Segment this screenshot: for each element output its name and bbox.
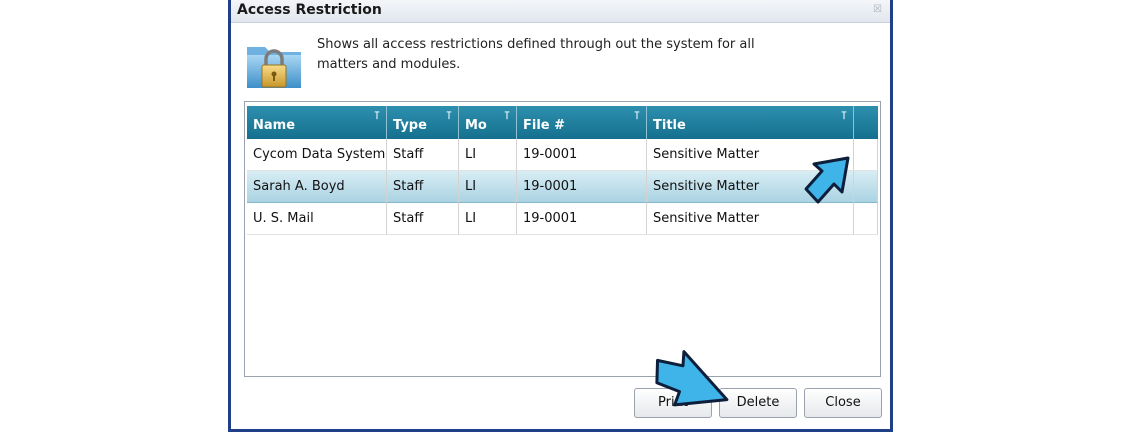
table-row-selected[interactable]: Sarah A. Boyd Staff LI 19-0001 Sensitive… [247,171,878,203]
filter-icon[interactable]: ⊺ [446,110,452,122]
dialog-title: Access Restriction [237,2,382,18]
cell-file: 19-0001 [517,171,647,203]
pointer-arrow [804,156,850,204]
filter-icon[interactable]: ⊺ [504,110,510,122]
table-row[interactable]: U. S. Mail Staff LI 19-0001 Sensitive Ma… [247,203,878,235]
cell-type: Staff [387,203,459,235]
cell-module: LI [459,171,517,203]
cell-module: LI [459,139,517,171]
column-header-title[interactable]: Title ⊺ [647,106,854,139]
filter-icon[interactable]: ⊺ [634,110,640,122]
cell-name: Cycom Data System [247,139,387,171]
cell-type: Staff [387,171,459,203]
cell-name: U. S. Mail [247,203,387,235]
access-restriction-grid: Name ⊺ Type ⊺ Mo ⊺ File # ⊺ Title ⊺ Cyco… [244,101,881,377]
close-icon[interactable]: ☒ [873,4,882,16]
cell-file: 19-0001 [517,203,647,235]
column-header-file[interactable]: File # ⊺ [517,106,647,139]
cell-file: 19-0001 [517,139,647,171]
column-header-type[interactable]: Type ⊺ [387,106,459,139]
column-header-module[interactable]: Mo ⊺ [459,106,517,139]
dialog-titlebar: Access Restriction ☒ [231,0,890,23]
pointer-arrow [655,350,729,407]
column-header-name[interactable]: Name ⊺ [247,106,387,139]
cell-name: Sarah A. Boyd [247,171,387,203]
close-button[interactable]: Close [804,388,882,418]
cell-module: LI [459,203,517,235]
filter-icon[interactable]: ⊺ [374,110,380,122]
folder-lock-icon [247,47,301,88]
dialog-description: Shows all access restrictions defined th… [317,37,755,72]
grid-header: Name ⊺ Type ⊺ Mo ⊺ File # ⊺ Title ⊺ [247,106,878,139]
filter-icon[interactable]: ⊺ [841,110,847,122]
cell-type: Staff [387,139,459,171]
access-restriction-dialog: Access Restriction ☒ Shows all access re… [228,0,893,432]
table-row[interactable]: Cycom Data System Staff LI 19-0001 Sensi… [247,139,878,171]
